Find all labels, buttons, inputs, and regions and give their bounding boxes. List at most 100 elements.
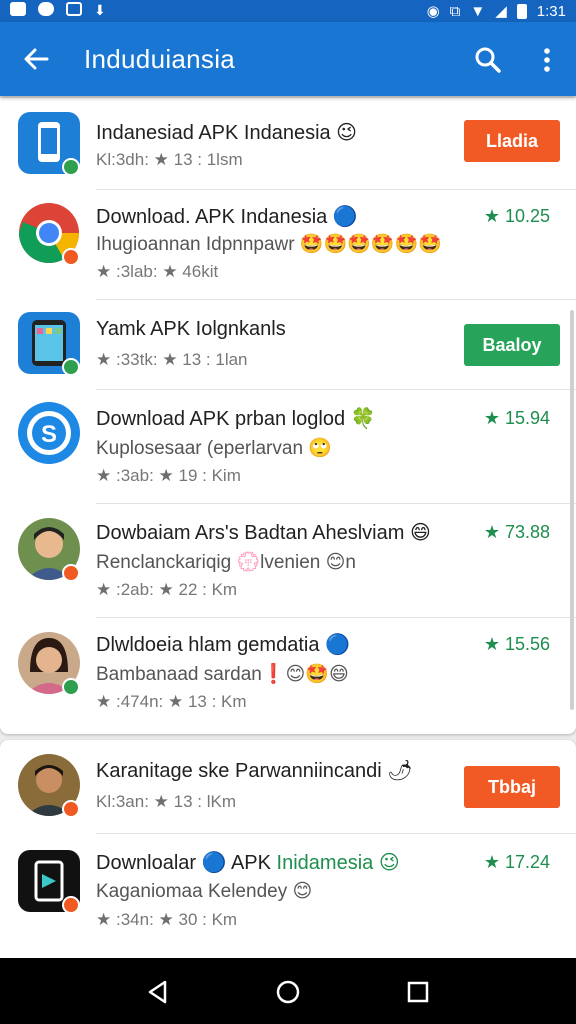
- app-meta: Kl:3an: ★ 13 : lKm: [96, 792, 236, 812]
- app-count: 13 : 1lsm: [173, 150, 243, 169]
- star-icon: ★: [96, 580, 112, 599]
- status-badge: [62, 678, 80, 696]
- page-title: Induduiansia: [84, 44, 236, 74]
- star-icon: ★: [153, 150, 174, 169]
- app-meta: ★ :474n: ★ 13 : Km: [96, 692, 247, 712]
- app-subtitle: Bambanaad sardan❗😊🤩😄: [96, 664, 349, 685]
- star-icon: ★: [96, 692, 112, 711]
- app-size: :2ab:: [115, 580, 154, 599]
- nav-home-icon[interactable]: [270, 974, 306, 1010]
- arrow-back-icon[interactable]: [16, 41, 56, 77]
- nav-bar: [0, 958, 576, 1024]
- more-vert-icon[interactable]: [532, 40, 562, 80]
- star-icon: ★: [483, 522, 505, 542]
- app-count: 30 : Km: [178, 910, 238, 929]
- install-button[interactable]: Tbbaj: [464, 766, 560, 808]
- app-meta: ★ :2ab: ★ 22 : Km: [96, 580, 237, 600]
- app-size: :3lab:: [115, 262, 158, 281]
- star-icon: ★: [158, 580, 179, 599]
- nav-back-icon[interactable]: [140, 974, 176, 1010]
- app-title-highlight: Inidamesia 😉: [276, 852, 400, 874]
- vibrate-icon: ⧉: [449, 2, 461, 20]
- app-meta: ★ :33tk: ★ 13 : 1lan: [96, 350, 248, 370]
- status-badge: [62, 564, 80, 582]
- nav-recents-icon[interactable]: [400, 974, 436, 1010]
- rating-value: 10.25: [504, 206, 550, 226]
- notification-icon: [10, 2, 26, 16]
- battery-icon: [516, 3, 527, 19]
- app-bar: Induduiansia: [0, 22, 576, 96]
- app-rating: ★ 17.24: [484, 852, 550, 873]
- rating-value: 15.94: [504, 408, 550, 428]
- app-title: Downloalar 🔵 APK Inidamesia 😉: [96, 850, 400, 875]
- app-title: Yamk APK Iolgnkanls: [96, 318, 286, 340]
- rating-value: 73.88: [504, 522, 550, 542]
- app-size: :34n:: [115, 910, 154, 929]
- status-left-icons: ⬇: [10, 2, 106, 18]
- status-badge: [62, 800, 80, 818]
- status-time: 1:31: [536, 2, 566, 20]
- star-icon: ★: [153, 792, 174, 811]
- app-subtitle: Kaganiomaa Kelendey 😊: [96, 881, 313, 902]
- wifi-icon: ▼: [470, 2, 486, 20]
- app-count: 22 : Km: [178, 580, 238, 599]
- app-meta: ★ :3ab: ★ 19 : Kim: [96, 466, 241, 486]
- list-item[interactable]: S Download APK prban loglod 🍀 Kuplosesaa…: [0, 390, 576, 504]
- app-rating: ★ 10.25: [484, 206, 550, 227]
- list-item[interactable]: Karanitage ske Parwanniincandi 🌶 Kl:3an:…: [0, 740, 576, 834]
- download-icon: ⬇: [94, 2, 106, 18]
- list-item[interactable]: Downloalar 🔵 APK Inidamesia 😉 Kaganiomaa…: [0, 834, 576, 952]
- app-title: Dowbaiam Ars's Badtan Aheslviam 😄: [96, 522, 431, 544]
- list-item[interactable]: Dlwldoeia hlam gemdatia 🔵 Bambanaad sard…: [0, 618, 576, 730]
- alarm-icon: ◉: [426, 3, 440, 20]
- app-count: 19 : Kim: [178, 466, 241, 485]
- app-rating: ★ 15.94: [484, 408, 550, 429]
- list-item[interactable]: Dowbaiam Ars's Badtan Aheslviam 😄 Rencla…: [0, 504, 576, 618]
- star-icon: ★: [167, 692, 188, 711]
- star-icon: ★: [483, 634, 505, 654]
- app-count: 13 : 1lan: [182, 350, 248, 369]
- app-meta: ★ :3lab: ★ 46kit: [96, 262, 218, 282]
- install-button[interactable]: Baaloy: [464, 324, 560, 366]
- app-title: Karanitage ske Parwanniincandi 🌶: [96, 760, 413, 782]
- star-icon: ★: [483, 408, 505, 428]
- app-rating: ★ 73.88: [484, 522, 550, 543]
- rating-value: 15.56: [504, 634, 550, 654]
- link-icon: [66, 2, 82, 16]
- app-size: :3ab:: [115, 466, 154, 485]
- list-item[interactable]: Yamk APK Iolgnkanls ★ :33tk: ★ 13 : 1lan…: [0, 300, 576, 390]
- list-item[interactable]: Download. APK Indanesia 🔵 Ihugioannan Id…: [0, 190, 576, 300]
- star-icon: ★: [158, 466, 179, 485]
- app-count: 46kit: [182, 262, 219, 281]
- scrollbar[interactable]: [570, 310, 574, 710]
- status-badge: [62, 248, 80, 266]
- install-button[interactable]: Lladia: [464, 120, 560, 162]
- rating-value: 17.24: [504, 852, 550, 872]
- app-rating: ★ 15.56: [484, 634, 550, 655]
- app-meta: Kl:3dh: ★ 13 : 1lsm: [96, 150, 243, 170]
- status-badge: [62, 896, 80, 914]
- star-icon: ★: [96, 350, 112, 369]
- app-title: Download APK prban loglod 🍀: [96, 408, 376, 430]
- signal-icon: ◢: [495, 3, 507, 20]
- app-title-prefix: Downloalar 🔵 APK: [96, 852, 277, 874]
- app-size: :474n:: [115, 692, 164, 711]
- cloud-icon: [38, 2, 54, 16]
- search-icon[interactable]: [468, 40, 508, 80]
- app-title: Dlwldoeia hlam gemdatia 🔵: [96, 634, 350, 656]
- app-subtitle: Kuplosesaar (eperlarvan 🙄: [96, 438, 332, 459]
- svg-text:S: S: [41, 421, 57, 448]
- star-icon: ★: [162, 262, 183, 281]
- star-icon: ★: [96, 262, 112, 281]
- star-icon: ★: [483, 206, 505, 226]
- app-size: :33tk:: [115, 350, 158, 369]
- skype-app-icon: S: [18, 402, 80, 464]
- app-meta: ★ :34n: ★ 30 : Km: [96, 910, 237, 930]
- list-item[interactable]: Indanesiad APK Indanesia 😉 Kl:3dh: ★ 13 …: [0, 98, 576, 190]
- star-icon: ★: [162, 350, 183, 369]
- app-size: Kl:3dh:: [96, 150, 149, 169]
- app-subtitle: Ihugioannan Idpnnpawr 🤩🤩🤩🤩🤩🤩: [96, 234, 442, 255]
- star-icon: ★: [96, 910, 112, 929]
- app-subtitle: Renclanckariqig 💮lvenien 😊n: [96, 552, 356, 573]
- app-count: 13 : lKm: [173, 792, 236, 811]
